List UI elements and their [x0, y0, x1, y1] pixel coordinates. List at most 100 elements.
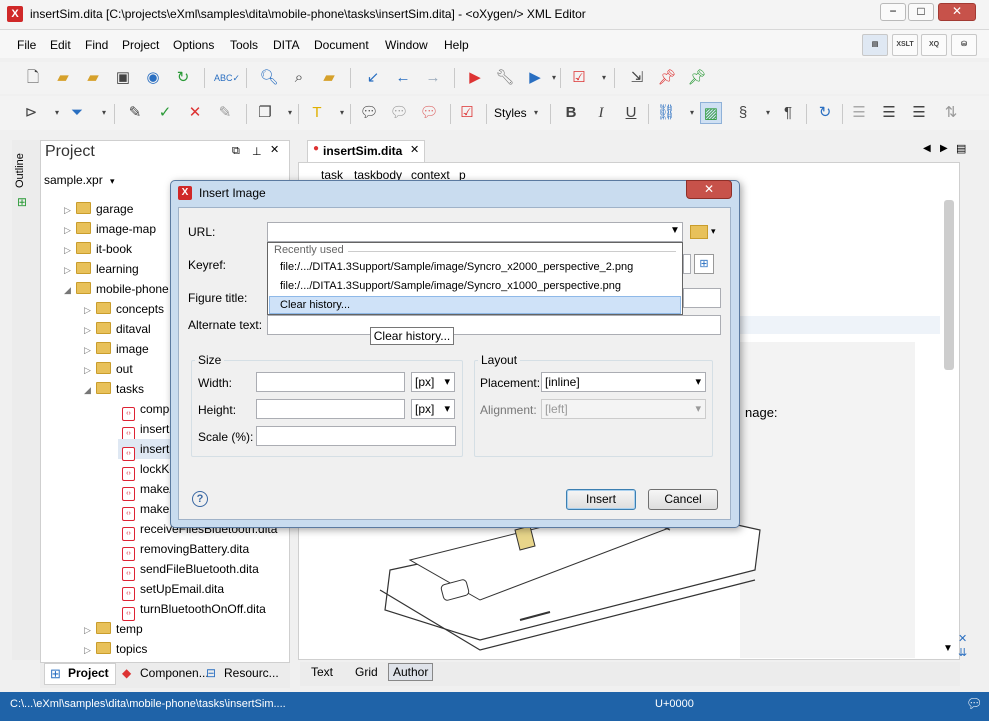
- expand-arrow-icon[interactable]: ▷: [64, 220, 76, 240]
- close-window-button[interactable]: ✕: [938, 3, 976, 21]
- message-icon[interactable]: 💬︎: [966, 696, 983, 712]
- tree-file[interactable]: ‹› turnBluetoothOnOff.dita: [122, 599, 266, 621]
- tree-folder[interactable]: ◢ tasks: [84, 379, 144, 399]
- tree-folder[interactable]: ▷ concepts: [84, 299, 164, 319]
- styles-dropdown-icon[interactable]: ▾: [532, 102, 540, 124]
- dialog-close-button[interactable]: ✕: [686, 180, 732, 199]
- expand-all-icon[interactable]: ⇊: [958, 646, 967, 659]
- menu-dita[interactable]: DITA: [273, 38, 299, 52]
- tree-folder[interactable]: ▷ it-book: [64, 239, 132, 259]
- copy-dropdown-icon[interactable]: ▾: [286, 102, 294, 124]
- tags-dropdown-icon[interactable]: ▾: [53, 102, 61, 124]
- tab-resources[interactable]: Resourc...: [224, 666, 279, 680]
- placement-select[interactable]: [inline]: [541, 372, 706, 392]
- new-file-icon[interactable]: 🗋: [22, 67, 44, 89]
- tab-right-arrow-icon[interactable]: ▶: [940, 143, 948, 154]
- choose-keyref-icon[interactable]: ⊞: [694, 254, 714, 274]
- tree-file[interactable]: ‹› removingBattery.dita: [122, 539, 249, 561]
- editor-tab-insertsim[interactable]: ● insertSim.dita ✕: [307, 140, 425, 162]
- highlight-dropdown-icon[interactable]: ▾: [338, 102, 346, 124]
- save-icon[interactable]: ▣: [112, 67, 134, 89]
- section-dropdown-icon[interactable]: ▾: [764, 102, 772, 124]
- tree-folder[interactable]: ▷ out: [84, 359, 133, 379]
- browse-dropdown-icon[interactable]: ▾: [711, 226, 716, 237]
- tree-folder[interactable]: ▷ learning: [64, 259, 139, 279]
- tree-file[interactable]: ‹› sendFileBluetooth.dita: [122, 559, 259, 581]
- validate-dropdown-icon[interactable]: ▾: [600, 67, 608, 89]
- outline-tab[interactable]: Outline: [14, 150, 36, 192]
- close-tab-icon[interactable]: ✕: [410, 143, 419, 156]
- xslt-debugger-perspective[interactable]: XSLT: [892, 34, 918, 56]
- open-folder-icon[interactable]: ▰: [52, 67, 74, 89]
- editor-scrollbar[interactable]: [944, 200, 954, 370]
- menu-file[interactable]: File: [17, 38, 36, 52]
- tree-folder[interactable]: ▷ image-map: [64, 219, 156, 239]
- track-changes-icon[interactable]: ✎: [124, 102, 146, 124]
- tree-folder[interactable]: ▷ ditaval: [84, 319, 151, 339]
- tree-file[interactable]: ‹› compo: [122, 399, 176, 421]
- pin-view-icon[interactable]: ⊥: [252, 145, 262, 158]
- comment-change-icon[interactable]: ✎: [214, 102, 236, 124]
- add-comment-icon[interactable]: 💬︎: [358, 102, 380, 124]
- expand-arrow-icon[interactable]: ▷: [84, 620, 96, 640]
- collapse-arrow-icon[interactable]: ◢: [84, 380, 96, 400]
- find-icon[interactable]: 🔍︎: [258, 67, 280, 89]
- manage-reviews-icon[interactable]: ☑: [456, 102, 478, 124]
- back-icon[interactable]: ←: [392, 67, 414, 89]
- copy-styles-icon[interactable]: ❐: [254, 102, 276, 124]
- expand-arrow-icon[interactable]: ▷: [84, 640, 96, 660]
- tab-components[interactable]: Componen...: [140, 666, 209, 680]
- url-dropdown-icon[interactable]: ▼: [670, 225, 680, 236]
- open-url-icon[interactable]: ▰: [82, 67, 104, 89]
- unordered-list-icon[interactable]: ☰: [878, 102, 900, 124]
- remove-comment-icon[interactable]: 💬︎: [418, 102, 440, 124]
- tab-author-mode[interactable]: Author: [388, 663, 434, 681]
- expand-arrow-icon[interactable]: ▷: [64, 240, 76, 260]
- width-unit-select[interactable]: [px]: [411, 372, 455, 392]
- tree-file[interactable]: ‹› lockKe: [122, 459, 176, 481]
- figure-title-field[interactable]: [683, 288, 721, 308]
- expand-arrow-icon[interactable]: ▷: [84, 360, 96, 380]
- collapse-arrow-icon[interactable]: ◢: [64, 280, 76, 300]
- go-to-line-icon[interactable]: ↙: [362, 67, 384, 89]
- menu-help[interactable]: Help: [444, 38, 469, 52]
- pin-icon[interactable]: 📌︎: [656, 67, 678, 89]
- insert-image-icon[interactable]: ▨: [700, 102, 722, 124]
- scroll-down-icon[interactable]: ▼: [943, 643, 953, 654]
- tree-folder[interactable]: ▷ topics: [84, 639, 147, 659]
- height-unit-select[interactable]: [px]: [411, 399, 455, 419]
- apply-transformation-icon[interactable]: ▶: [464, 67, 486, 89]
- pin-green-icon[interactable]: 📌︎: [686, 67, 708, 89]
- scale-field[interactable]: [256, 426, 456, 446]
- expand-arrow-icon[interactable]: ▷: [84, 340, 96, 360]
- configure-transformation-icon[interactable]: 🔧︎: [494, 67, 516, 89]
- help-icon[interactable]: ?: [192, 491, 208, 507]
- section-icon[interactable]: §: [732, 102, 754, 124]
- project-file-selector[interactable]: sample.xpr ▾: [44, 173, 115, 187]
- tree-folder[interactable]: ▷ garage: [64, 199, 133, 219]
- reject-change-icon[interactable]: ✕: [184, 102, 206, 124]
- alignment-select[interactable]: [left]: [541, 399, 706, 419]
- maximize-button[interactable]: □: [908, 3, 934, 21]
- menu-find[interactable]: Find: [85, 38, 108, 52]
- forward-icon[interactable]: →: [422, 67, 444, 89]
- tree-folder[interactable]: ▷ image: [84, 339, 149, 359]
- menu-window[interactable]: Window: [385, 38, 428, 52]
- validate-icon[interactable]: ☑: [568, 67, 590, 89]
- cancel-button[interactable]: Cancel: [648, 489, 718, 510]
- width-field[interactable]: [256, 372, 405, 392]
- spell-check-icon[interactable]: ABC✓: [214, 67, 240, 89]
- scenario-dropdown-icon[interactable]: ▾: [550, 67, 558, 89]
- minimize-button[interactable]: −: [880, 3, 906, 21]
- expand-arrow-icon[interactable]: ▷: [84, 320, 96, 340]
- italic-icon[interactable]: I: [590, 102, 612, 124]
- cross-reference-icon[interactable]: ↻: [814, 102, 836, 124]
- alternate-text-field[interactable]: [267, 315, 721, 335]
- tree-folder[interactable]: ▷ temp: [84, 619, 143, 639]
- format-indent-icon[interactable]: ⇲: [626, 67, 648, 89]
- tree-folder[interactable]: ◢ mobile-phone: [64, 279, 169, 299]
- height-field[interactable]: [256, 399, 405, 419]
- database-perspective-icon[interactable]: ⛁: [951, 34, 977, 56]
- tab-grid-mode[interactable]: Grid: [355, 665, 378, 679]
- collapse-all-icon[interactable]: ✕: [958, 632, 967, 645]
